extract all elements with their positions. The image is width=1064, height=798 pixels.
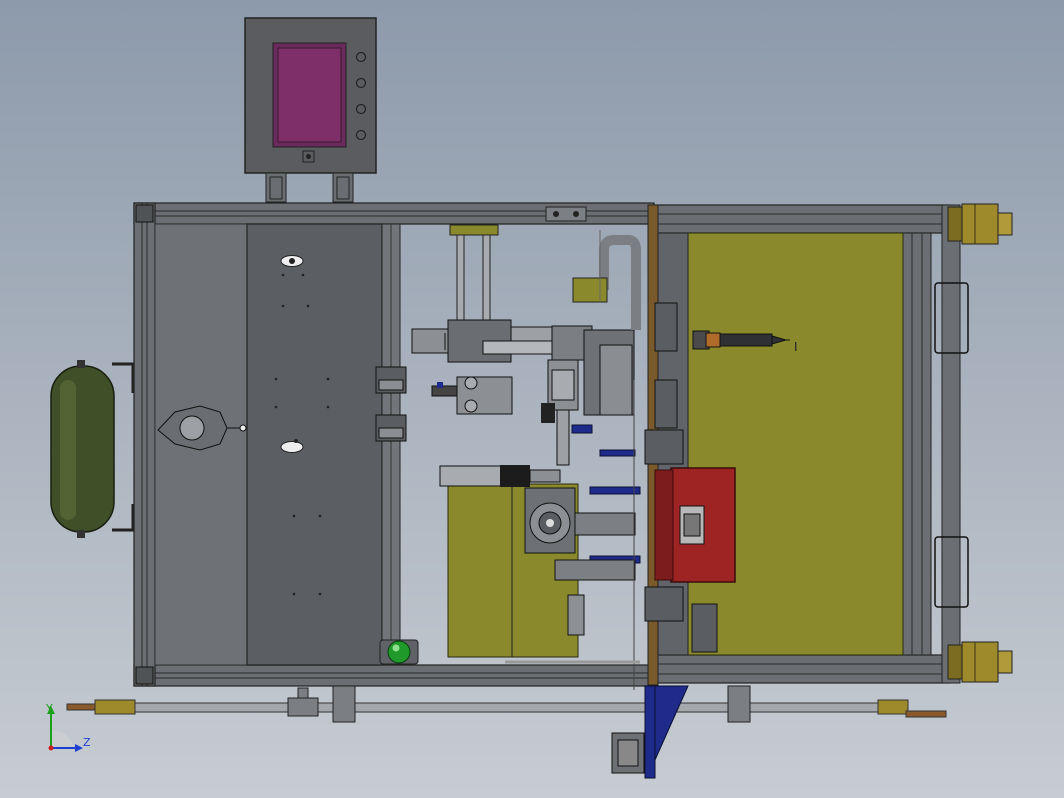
olive-panel-right <box>687 232 904 656</box>
air-tank <box>50 360 135 538</box>
green-start-button <box>379 639 419 665</box>
cad-drawing: I Y Z <box>45 17 1013 779</box>
hmi-screen <box>277 47 342 143</box>
gripper-unit <box>431 376 513 415</box>
cylinder-assembly <box>411 319 635 416</box>
red-electrical-box <box>654 467 736 583</box>
annotation-label: I <box>794 340 798 354</box>
brass-coupling <box>947 203 1013 245</box>
axis-y-label: Y <box>45 702 53 715</box>
pipe-elbow <box>599 235 641 330</box>
bottom-air-pipe <box>66 685 947 723</box>
press-column <box>541 359 579 466</box>
mounting-panel <box>246 223 383 666</box>
blue-mounting-bracket <box>611 685 689 779</box>
cad-viewport: I Y Z <box>0 0 1064 798</box>
blue-clamp-plates <box>571 424 641 564</box>
axis-z-label: Z <box>83 736 91 749</box>
brass-coupling <box>947 641 1013 683</box>
control-box <box>244 17 377 203</box>
